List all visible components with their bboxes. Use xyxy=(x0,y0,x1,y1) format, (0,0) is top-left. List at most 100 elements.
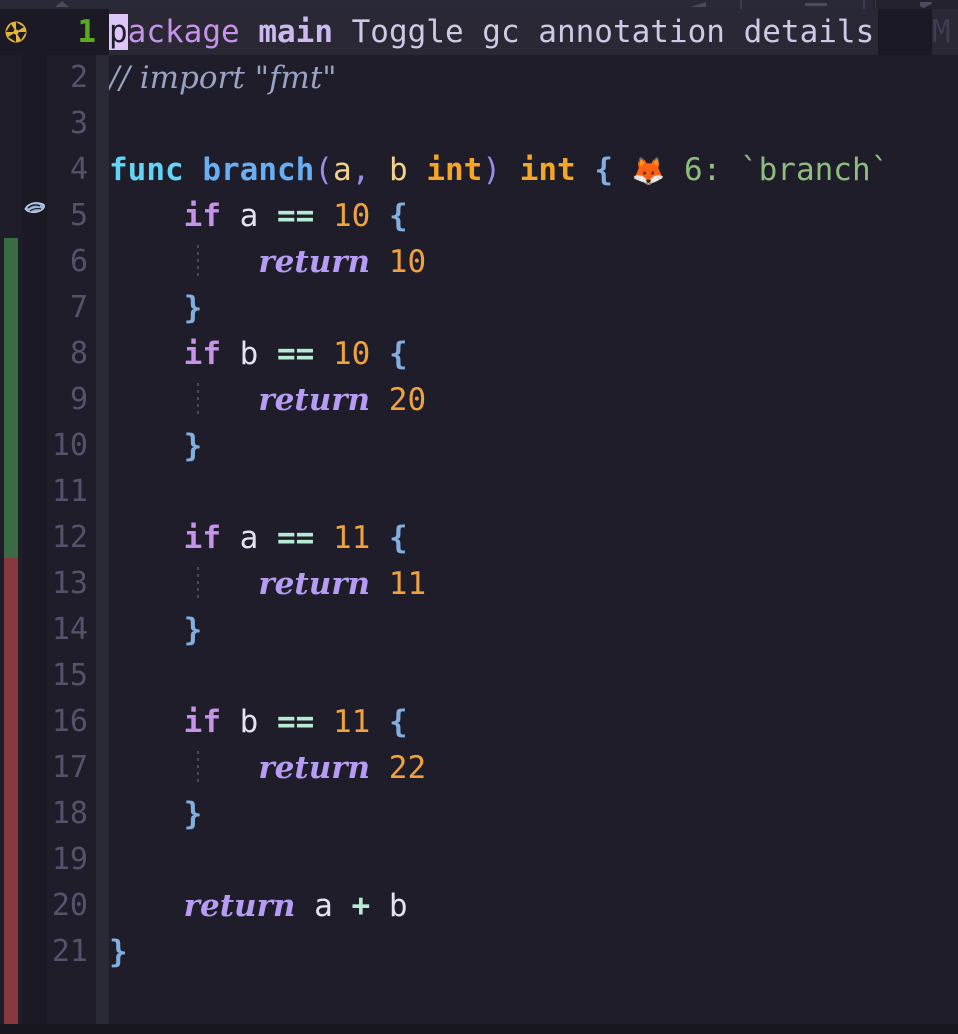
code-token: } xyxy=(183,612,203,648)
code-token: 6: `branch` xyxy=(665,152,890,188)
code-token: { xyxy=(389,520,408,556)
profiler-eye-icon[interactable] xyxy=(23,196,46,219)
code-token: b xyxy=(239,336,259,372)
code-token: } xyxy=(109,934,128,970)
indent-guide xyxy=(197,567,199,601)
line-number: 11 xyxy=(51,474,88,509)
indent-guide xyxy=(197,245,199,279)
line-number: 2 xyxy=(69,60,88,95)
code-line[interactable]: return 20 xyxy=(109,377,426,423)
code-line[interactable]: // import "fmt" xyxy=(109,55,337,101)
code-lens-toggle-gc-annotation-details[interactable]: Toggle gc annotation details xyxy=(333,14,875,50)
code-line[interactable]: } xyxy=(109,423,203,469)
code-token: == xyxy=(277,336,315,372)
code-token: + xyxy=(351,888,371,924)
code-line[interactable]: return 22 xyxy=(109,745,426,791)
code-line[interactable]: return 11 xyxy=(109,561,426,607)
code-token: == xyxy=(277,520,315,556)
change-bar-added[interactable] xyxy=(4,238,18,558)
code-token: a xyxy=(239,520,259,556)
line-number: 4 xyxy=(69,152,88,187)
code-token: return xyxy=(183,888,296,924)
code-token: 10 xyxy=(388,244,427,280)
code-token: if xyxy=(183,520,221,556)
line-number: 20 xyxy=(51,888,88,923)
code-token: } xyxy=(183,796,203,832)
header-right-cropped-label[interactable]: M xyxy=(932,9,958,55)
code-line[interactable]: } xyxy=(109,791,203,837)
code-line[interactable]: } xyxy=(109,607,203,653)
code-line[interactable]: } xyxy=(109,285,203,331)
code-token: return xyxy=(258,566,371,602)
code-token: a xyxy=(332,152,352,188)
code-token: 22 xyxy=(388,750,427,786)
code-line[interactable]: return 10 xyxy=(109,239,426,285)
code-line[interactable]: } xyxy=(109,929,128,975)
code-token: ( xyxy=(314,152,333,188)
code-line[interactable]: return a + b xyxy=(109,883,408,929)
code-line[interactable]: if a == 11 { xyxy=(109,515,408,561)
line-number: 7 xyxy=(69,290,88,325)
toolbar-minimize-icon[interactable] xyxy=(805,3,827,6)
line-number: 19 xyxy=(51,842,88,877)
code-token: == xyxy=(277,704,315,740)
toolbar-segment-center[interactable] xyxy=(128,0,873,9)
git-change-gutter[interactable] xyxy=(0,9,22,1024)
code-token: func xyxy=(109,152,184,188)
package-name: main xyxy=(258,14,333,50)
text-cursor: p xyxy=(109,14,128,50)
toolbar-tick-2 xyxy=(863,0,865,9)
code-folding-strip[interactable] xyxy=(96,9,109,1024)
code-token: 20 xyxy=(388,382,427,418)
line-number: 17 xyxy=(51,750,88,785)
code-token: return xyxy=(258,382,371,418)
header-code-text[interactable]: package main Toggle gc annotation detail… xyxy=(109,9,879,55)
editor-header-row[interactable]: 1 package main Toggle gc annotation deta… xyxy=(0,9,958,55)
code-line[interactable]: if b == 10 { xyxy=(109,331,408,377)
aperture-icon[interactable] xyxy=(4,20,28,44)
keyword-package: ackage xyxy=(127,14,240,50)
line-number: 3 xyxy=(69,106,88,141)
code-line[interactable]: if a == 10 { xyxy=(109,193,408,239)
indent-guide xyxy=(197,751,199,785)
code-token: a xyxy=(314,888,333,924)
code-content-area[interactable]: // import "fmt" func branch(a, b int) int… xyxy=(109,9,958,1024)
line-number: 12 xyxy=(51,520,88,555)
toolbar-check-icon[interactable] xyxy=(920,2,932,8)
code-line[interactable]: if b == 11 { xyxy=(109,699,408,745)
code-token: return xyxy=(258,750,371,786)
code-token: 11 xyxy=(333,520,371,556)
window-toolbar-strip[interactable] xyxy=(0,0,958,9)
line-number: 14 xyxy=(51,612,88,647)
change-bar-modified[interactable] xyxy=(4,558,18,1024)
code-editor[interactable]: 123456789101112131415161718192021 // imp… xyxy=(0,9,958,1024)
icon-gutter[interactable] xyxy=(22,9,47,1024)
code-token: 10 xyxy=(333,336,371,372)
header-line-number: 1 xyxy=(77,14,96,50)
code-line[interactable]: func branch(a, b int) int { 🦊 6: `branch… xyxy=(109,147,889,193)
line-number: 10 xyxy=(51,428,88,463)
